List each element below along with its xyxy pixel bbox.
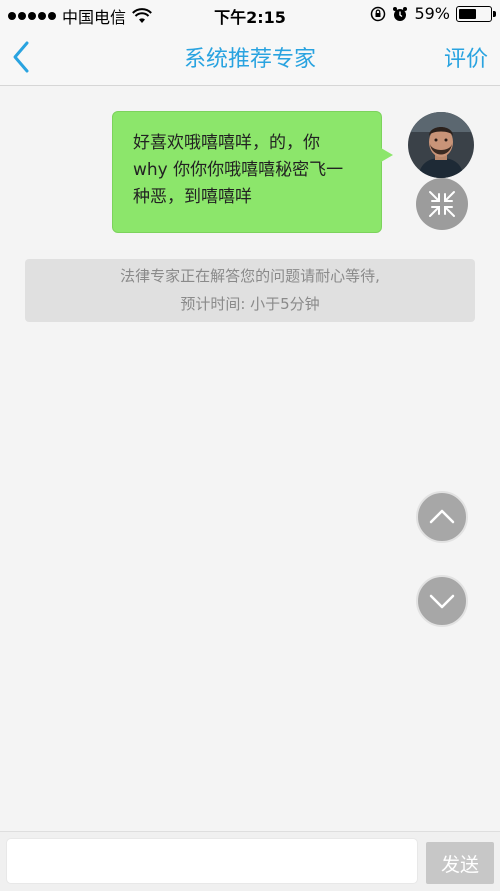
- message-line: 好喜欢哦嘻嘻咩，的，你: [133, 133, 320, 153]
- notice-line: 法律专家正在解答您的问题请耐心等待,: [120, 267, 380, 285]
- collapse-arrows-icon: [429, 191, 455, 217]
- battery-percent: 59%: [414, 4, 450, 23]
- message-line: why 你你你哦嘻嘻秘密飞一: [133, 160, 344, 180]
- message-input[interactable]: [6, 838, 418, 884]
- message-line: 种恶，到嘻嘻咩: [133, 187, 252, 207]
- scroll-up-button[interactable]: [416, 491, 468, 543]
- message-bubble: 好喜欢哦嘻嘻咩，的，你 why 你你你哦嘻嘻秘密飞一 种恶，到嘻嘻咩: [112, 111, 382, 233]
- bubble-tail: [381, 148, 393, 162]
- collapse-button[interactable]: [416, 178, 468, 230]
- chevron-up-icon: [429, 509, 455, 524]
- waiting-notice: 法律专家正在解答您的问题请耐心等待, 预计时间: 小于5分钟: [25, 259, 475, 322]
- user-avatar[interactable]: [408, 112, 474, 178]
- send-button[interactable]: 发送: [426, 842, 494, 884]
- nav-bar: 系统推荐专家 评价: [0, 28, 500, 86]
- page-title: 系统推荐专家: [183, 47, 316, 72]
- input-bar: 发送: [0, 831, 500, 891]
- chevron-down-icon: [429, 594, 455, 609]
- rotation-lock-icon: [371, 6, 386, 21]
- status-bar: 中国电信 下午2:15 59%: [0, 0, 500, 28]
- battery-icon: [456, 5, 496, 22]
- notice-line: 预计时间: 小于5分钟: [180, 295, 320, 313]
- alarm-icon: [393, 6, 408, 21]
- rate-button[interactable]: 评价: [444, 41, 488, 73]
- scroll-down-button[interactable]: [416, 575, 468, 627]
